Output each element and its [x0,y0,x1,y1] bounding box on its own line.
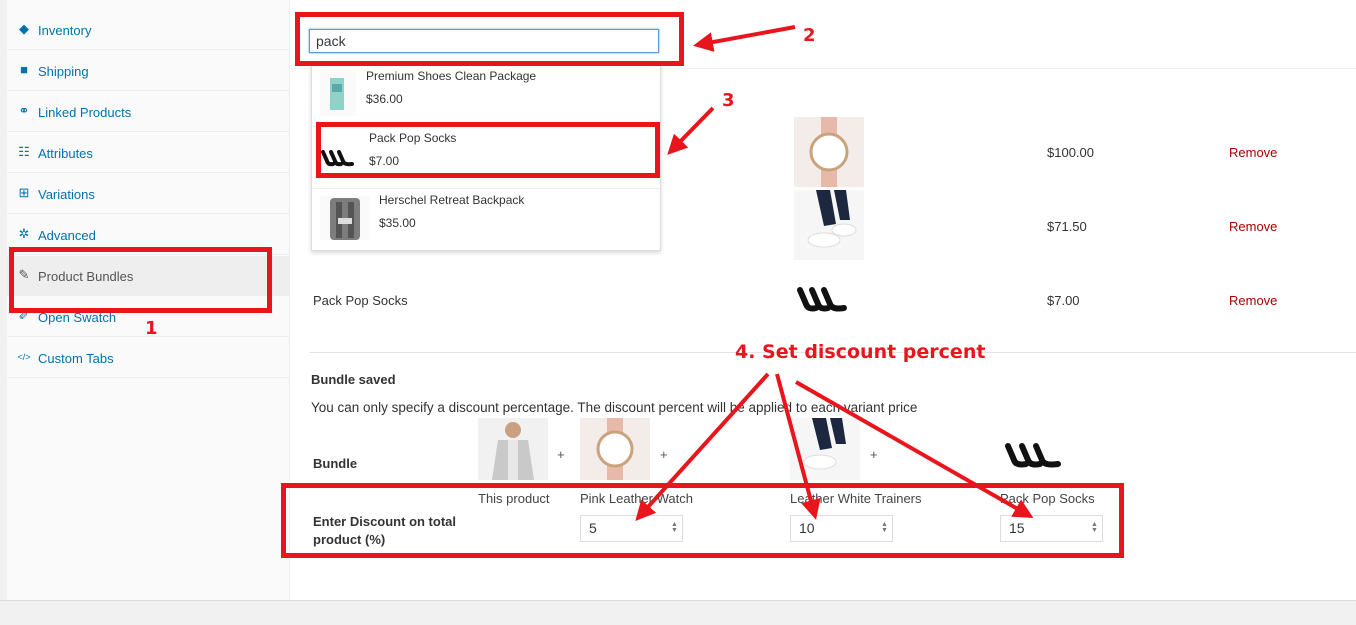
arrow-icon [693,25,796,52]
arrow-icon [667,106,715,155]
arrow-icon [635,372,770,521]
annotation-arrows [635,25,1034,521]
arrow-icon [795,380,1034,518]
arrow-icon [775,373,821,520]
